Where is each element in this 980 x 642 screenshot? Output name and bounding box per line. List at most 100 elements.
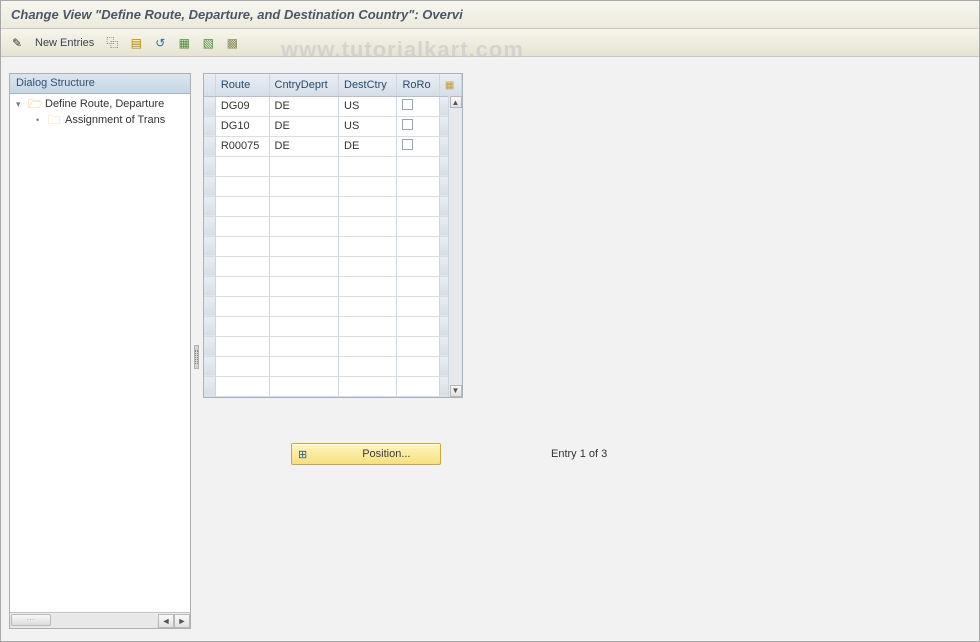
row-selector[interactable]	[204, 256, 215, 276]
col-cntrydeprt-header[interactable]: CntryDeprt	[269, 74, 339, 96]
cell-roro[interactable]	[397, 376, 439, 396]
toolbar-selectall-button[interactable]: ▦	[174, 33, 194, 53]
cell-roro[interactable]	[397, 276, 439, 296]
cell-roro[interactable]	[397, 216, 439, 236]
table-row[interactable]	[204, 156, 462, 176]
table-row[interactable]	[204, 376, 462, 396]
cell-route[interactable]	[215, 276, 269, 296]
tree-hscrollbar[interactable]: ⋯ ◄ ►	[10, 612, 190, 628]
grid-scroll-up[interactable]: ▲	[450, 96, 462, 108]
tree-root-node[interactable]: ▾ 🗁 Define Route, Departure	[12, 96, 190, 112]
col-destctry-header[interactable]: DestCtry	[339, 74, 397, 96]
cell-cntrydeprt[interactable]	[269, 316, 339, 336]
tree-hscroll-thumb[interactable]: ⋯	[11, 614, 51, 626]
col-config-header[interactable]: ▦	[439, 74, 461, 96]
cell-roro[interactable]	[397, 176, 439, 196]
cell-destctry[interactable]	[339, 236, 397, 256]
table-row[interactable]: R00075DEDE	[204, 136, 462, 156]
cell-roro[interactable]	[397, 116, 439, 136]
row-selector[interactable]	[204, 276, 215, 296]
row-selector[interactable]	[204, 136, 215, 156]
cell-cntrydeprt[interactable]	[269, 376, 339, 396]
cell-route[interactable]	[215, 296, 269, 316]
cell-cntrydeprt[interactable]	[269, 216, 339, 236]
table-row[interactable]	[204, 216, 462, 236]
cell-cntrydeprt[interactable]: DE	[269, 136, 339, 156]
row-selector[interactable]	[204, 196, 215, 216]
table-row[interactable]: DG09DEUS	[204, 96, 462, 116]
row-selector[interactable]	[204, 116, 215, 136]
cell-roro[interactable]	[397, 196, 439, 216]
row-selector[interactable]	[204, 336, 215, 356]
cell-route[interactable]	[215, 316, 269, 336]
cell-route[interactable]	[215, 216, 269, 236]
roro-checkbox[interactable]	[402, 119, 413, 130]
table-row[interactable]: DG10DEUS	[204, 116, 462, 136]
col-route-header[interactable]: Route	[215, 74, 269, 96]
row-selector[interactable]	[204, 356, 215, 376]
cell-roro[interactable]	[397, 96, 439, 116]
cell-cntrydeprt[interactable]	[269, 176, 339, 196]
table-settings-icon[interactable]: ▦	[445, 80, 454, 91]
table-row[interactable]	[204, 196, 462, 216]
cell-destctry[interactable]	[339, 316, 397, 336]
toolbar-save-button[interactable]: ▤	[126, 33, 146, 53]
cell-roro[interactable]	[397, 316, 439, 336]
cell-cntrydeprt[interactable]	[269, 236, 339, 256]
cell-destctry[interactable]	[339, 376, 397, 396]
cell-cntrydeprt[interactable]	[269, 276, 339, 296]
cell-destctry[interactable]	[339, 216, 397, 236]
cell-cntrydeprt[interactable]	[269, 356, 339, 376]
cell-destctry[interactable]	[339, 336, 397, 356]
table-row[interactable]	[204, 176, 462, 196]
cell-cntrydeprt[interactable]: DE	[269, 116, 339, 136]
roro-checkbox[interactable]	[402, 99, 413, 110]
cell-destctry[interactable]: US	[339, 96, 397, 116]
cell-destctry[interactable]	[339, 256, 397, 276]
row-selector[interactable]	[204, 96, 215, 116]
row-selector[interactable]	[204, 216, 215, 236]
collapse-icon[interactable]: ▾	[16, 100, 25, 109]
row-selector[interactable]	[204, 156, 215, 176]
cell-roro[interactable]	[397, 136, 439, 156]
tree-hscroll-right[interactable]: ►	[174, 614, 190, 628]
cell-roro[interactable]	[397, 296, 439, 316]
toolbar-copy-button[interactable]: ⿻	[102, 33, 122, 53]
cell-destctry[interactable]	[339, 276, 397, 296]
cell-destctry[interactable]: US	[339, 116, 397, 136]
row-selector[interactable]	[204, 176, 215, 196]
cell-destctry[interactable]: DE	[339, 136, 397, 156]
cell-cntrydeprt[interactable]	[269, 156, 339, 176]
cell-route[interactable]: DG09	[215, 96, 269, 116]
grid-scroll-down[interactable]: ▼	[450, 385, 462, 397]
grid-vscrollbar[interactable]: ▲ ▼	[448, 96, 462, 397]
table-row[interactable]	[204, 356, 462, 376]
cell-destctry[interactable]	[339, 296, 397, 316]
toolbar-deselect-button[interactable]: ▩	[222, 33, 242, 53]
cell-destctry[interactable]	[339, 156, 397, 176]
splitter-handle[interactable]	[194, 345, 199, 369]
new-entries-button[interactable]: New Entries	[35, 37, 94, 49]
position-button[interactable]: ⊞ Position...	[291, 443, 441, 465]
cell-route[interactable]	[215, 236, 269, 256]
cell-cntrydeprt[interactable]	[269, 336, 339, 356]
cell-route[interactable]: DG10	[215, 116, 269, 136]
tree-hscroll-track[interactable]: ⋯	[11, 614, 157, 628]
toolbar-selectblock-button[interactable]: ▧	[198, 33, 218, 53]
tree-hscroll-left[interactable]: ◄	[158, 614, 174, 628]
roro-checkbox[interactable]	[402, 139, 413, 150]
cell-destctry[interactable]	[339, 176, 397, 196]
cell-route[interactable]	[215, 176, 269, 196]
table-row[interactable]	[204, 236, 462, 256]
cell-cntrydeprt[interactable]	[269, 296, 339, 316]
row-selector[interactable]	[204, 236, 215, 256]
cell-roro[interactable]	[397, 336, 439, 356]
col-roro-header[interactable]: RoRo	[397, 74, 439, 96]
table-row[interactable]	[204, 296, 462, 316]
table-row[interactable]	[204, 256, 462, 276]
cell-route[interactable]	[215, 156, 269, 176]
cell-destctry[interactable]	[339, 196, 397, 216]
cell-cntrydeprt[interactable]	[269, 196, 339, 216]
row-selector[interactable]	[204, 376, 215, 396]
cell-roro[interactable]	[397, 356, 439, 376]
